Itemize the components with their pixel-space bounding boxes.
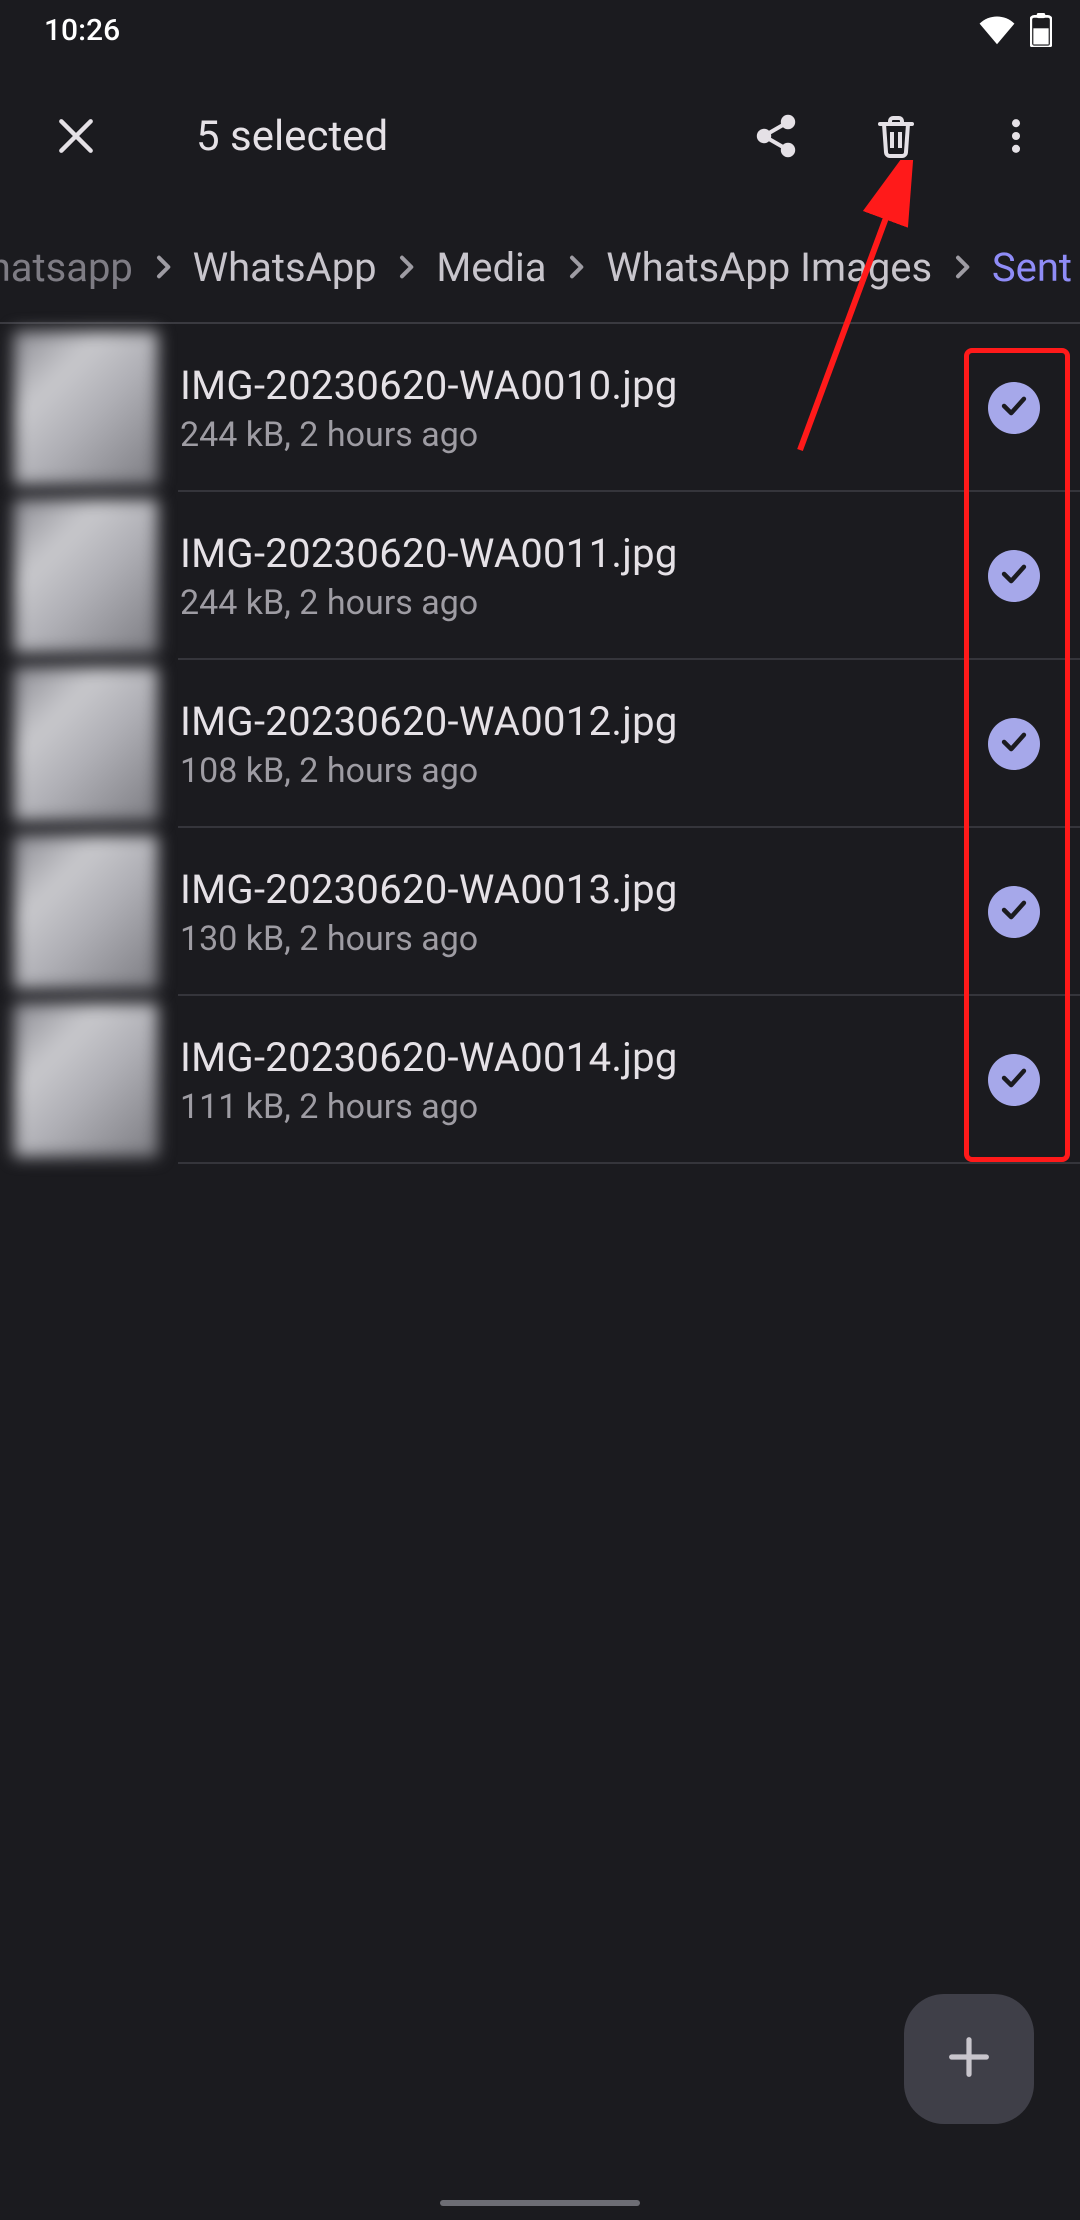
file-meta: 108 kB, 2 hours ago <box>180 751 988 791</box>
share-icon <box>752 112 800 160</box>
file-info: IMG-20230620-WA0011.jpg 244 kB, 2 hours … <box>180 530 988 623</box>
file-name: IMG-20230620-WA0012.jpg <box>180 698 988 745</box>
selection-count-label: 5 selected <box>196 112 704 161</box>
wifi-icon <box>978 15 1016 45</box>
more-options-button[interactable] <box>968 88 1064 184</box>
file-meta: 244 kB, 2 hours ago <box>180 415 988 455</box>
add-fab[interactable] <box>904 1994 1034 2124</box>
chevron-right-icon <box>141 243 185 291</box>
close-icon <box>54 114 98 158</box>
file-list: IMG-20230620-WA0010.jpg 244 kB, 2 hours … <box>0 324 1080 1164</box>
home-indicator[interactable] <box>440 2200 640 2206</box>
share-button[interactable] <box>728 88 824 184</box>
file-row[interactable]: IMG-20230620-WA0014.jpg 111 kB, 2 hours … <box>0 996 1080 1164</box>
file-thumbnail <box>14 499 158 653</box>
file-name: IMG-20230620-WA0014.jpg <box>180 1034 988 1081</box>
file-row[interactable]: IMG-20230620-WA0011.jpg 244 kB, 2 hours … <box>0 492 1080 660</box>
breadcrumb[interactable]: n.whatsapp WhatsApp Media WhatsApp Image… <box>0 212 1080 324</box>
selection-action-bar: 5 selected <box>0 60 1080 212</box>
file-info: IMG-20230620-WA0012.jpg 108 kB, 2 hours … <box>180 698 988 791</box>
check-icon <box>997 893 1031 931</box>
file-name: IMG-20230620-WA0011.jpg <box>180 530 988 577</box>
close-selection-button[interactable] <box>28 88 124 184</box>
trash-icon <box>872 112 920 160</box>
breadcrumb-item[interactable]: Media <box>428 244 554 291</box>
more-vert-icon <box>994 114 1038 158</box>
battery-icon <box>1030 13 1052 47</box>
status-time: 10:26 <box>44 13 120 48</box>
delete-button[interactable] <box>848 88 944 184</box>
chevron-right-icon <box>385 243 429 291</box>
file-thumbnail <box>14 1003 158 1157</box>
breadcrumb-item-current[interactable]: Sent <box>984 244 1080 291</box>
row-divider <box>178 1162 1080 1164</box>
file-row[interactable]: IMG-20230620-WA0013.jpg 130 kB, 2 hours … <box>0 828 1080 996</box>
file-row[interactable]: IMG-20230620-WA0010.jpg 244 kB, 2 hours … <box>0 324 1080 492</box>
file-name: IMG-20230620-WA0010.jpg <box>180 362 988 409</box>
file-thumbnail <box>14 331 158 485</box>
breadcrumb-item[interactable]: n.whatsapp <box>0 244 141 291</box>
chevron-right-icon <box>555 243 599 291</box>
check-icon <box>997 389 1031 427</box>
file-info: IMG-20230620-WA0014.jpg 111 kB, 2 hours … <box>180 1034 988 1127</box>
selected-checkmark[interactable] <box>988 550 1040 602</box>
selected-checkmark[interactable] <box>988 886 1040 938</box>
file-name: IMG-20230620-WA0013.jpg <box>180 866 988 913</box>
check-icon <box>997 725 1031 763</box>
selected-checkmark[interactable] <box>988 1054 1040 1106</box>
check-icon <box>997 557 1031 595</box>
status-icons <box>978 13 1052 47</box>
file-info: IMG-20230620-WA0010.jpg 244 kB, 2 hours … <box>180 362 988 455</box>
file-info: IMG-20230620-WA0013.jpg 130 kB, 2 hours … <box>180 866 988 959</box>
check-icon <box>997 1061 1031 1099</box>
file-thumbnail <box>14 835 158 989</box>
selected-checkmark[interactable] <box>988 718 1040 770</box>
file-thumbnail <box>14 667 158 821</box>
breadcrumb-item[interactable]: WhatsApp <box>185 244 385 291</box>
file-row[interactable]: IMG-20230620-WA0012.jpg 108 kB, 2 hours … <box>0 660 1080 828</box>
file-meta: 130 kB, 2 hours ago <box>180 919 988 959</box>
status-bar: 10:26 <box>0 0 1080 60</box>
file-meta: 244 kB, 2 hours ago <box>180 583 988 623</box>
file-meta: 111 kB, 2 hours ago <box>180 1087 988 1127</box>
selected-checkmark[interactable] <box>988 382 1040 434</box>
plus-icon <box>943 2031 995 2087</box>
chevron-right-icon <box>940 243 984 291</box>
breadcrumb-item[interactable]: WhatsApp Images <box>598 244 940 291</box>
